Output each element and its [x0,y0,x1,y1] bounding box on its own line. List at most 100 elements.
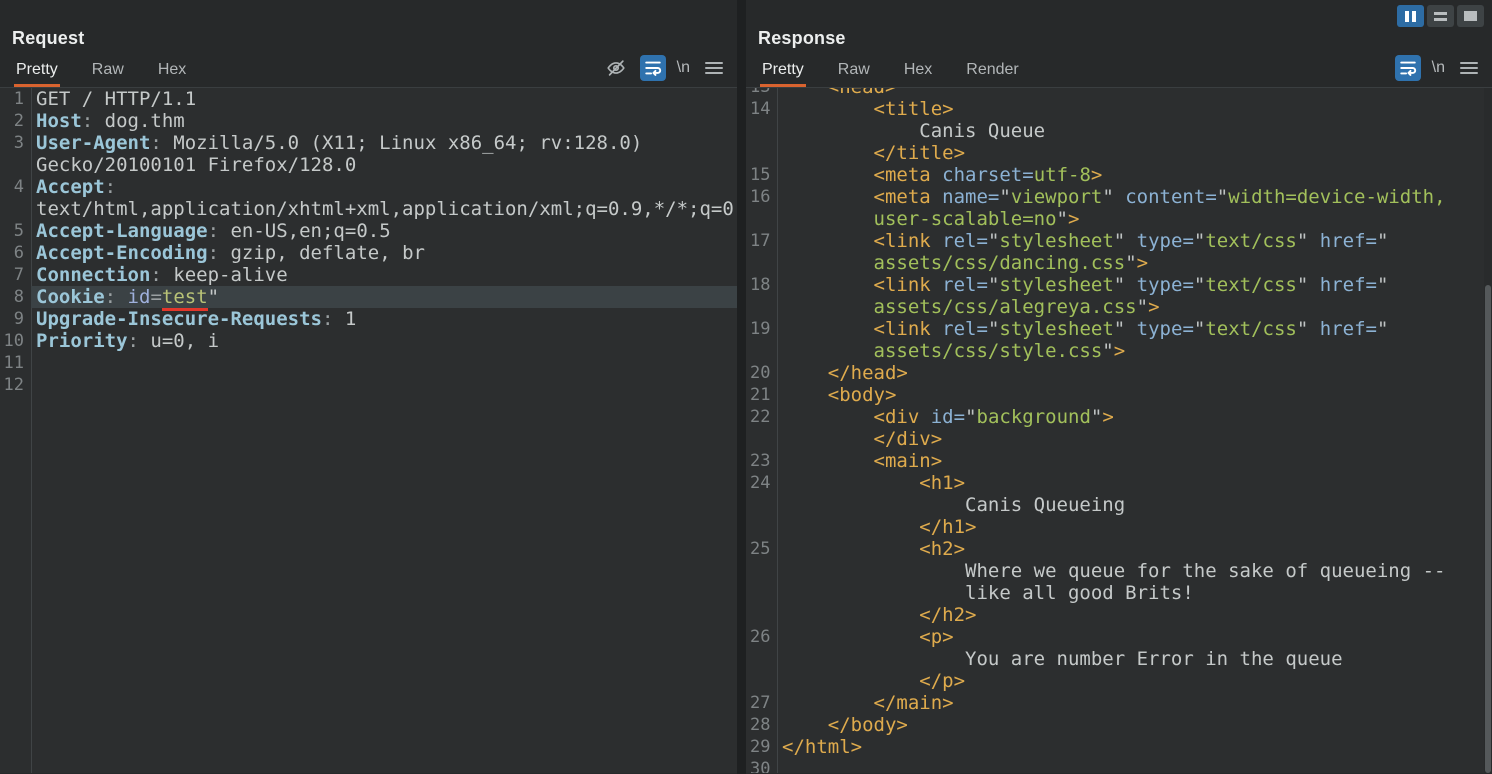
code-text: Priority: u=0, i [31,330,737,352]
code-row: 17 <link rel="stylesheet" type="text/css… [746,230,1492,252]
response-tab-hex[interactable]: Hex [902,53,934,87]
code-text: </title> [777,142,1492,164]
code-row: 11 [0,352,737,374]
menu-icon[interactable] [1456,55,1482,81]
line-number: 19 [746,318,777,340]
code-text: like all good Brits! [777,582,1492,604]
code-text: </div> [777,428,1492,450]
line-number: 10 [0,330,31,352]
line-number [746,208,777,230]
line-number [746,648,777,670]
code-row: You are number Error in the queue [746,648,1492,670]
code-row: 22 <div id="background"> [746,406,1492,428]
response-tab-raw[interactable]: Raw [836,53,872,87]
line-number: 12 [0,374,31,396]
line-number: 4 [0,176,31,198]
response-tabbar: Pretty Raw Hex Render [746,53,1492,87]
response-scrollbar[interactable] [1484,88,1492,773]
code-row: like all good Brits! [746,582,1492,604]
code-row: 3User-Agent: Mozilla/5.0 (X11; Linux x86… [0,132,737,154]
hidden-characters-icon[interactable] [603,55,629,81]
code-text: Accept: [31,176,737,198]
code-row: 21 <body> [746,384,1492,406]
line-number [746,582,777,604]
burp-repeater-view: Request Pretty Raw Hex [0,0,1492,774]
request-tab-hex[interactable]: Hex [156,53,188,87]
code-row: assets/css/style.css"> [746,340,1492,362]
code-text: GET / HTTP/1.1 [31,88,737,110]
word-wrap-icon[interactable] [640,55,666,81]
request-tab-pretty[interactable]: Pretty [14,53,60,87]
line-number: 17 [746,230,777,252]
code-text: Accept-Encoding: gzip, deflate, br [31,242,737,264]
code-text [31,374,737,396]
code-text: <title> [777,98,1492,120]
request-editor[interactable]: 1GET / HTTP/1.12Host: dog.thm3User-Agent… [0,88,737,773]
code-row: 2Host: dog.thm [0,110,737,132]
line-number: 15 [746,164,777,186]
code-row: 27 </main> [746,692,1492,714]
line-number [746,142,777,164]
response-tab-render[interactable]: Render [964,53,1020,87]
line-number [0,154,31,176]
code-text: Upgrade-Insecure-Requests: 1 [31,308,737,330]
code-text: user-scalable=no"> [777,208,1492,230]
code-row: 23 <main> [746,450,1492,472]
code-text: <div id="background"> [777,406,1492,428]
code-text: assets/css/alegreya.css"> [777,296,1492,318]
line-number [746,560,777,582]
line-number [0,198,31,220]
code-row: text/html,application/xhtml+xml,applicat… [0,198,737,220]
newline-icon[interactable]: \n [1432,59,1445,77]
line-number: 28 [746,714,777,736]
code-text: Canis Queue [777,120,1492,142]
line-number: 11 [0,352,31,374]
request-tab-raw[interactable]: Raw [90,53,126,87]
scrollbar-thumb[interactable] [1485,285,1491,773]
code-row: 10Priority: u=0, i [0,330,737,352]
response-code: 13 <head>14 <title> Canis Queue </title>… [746,88,1492,773]
line-number: 9 [0,308,31,330]
code-row: 13 <head> [746,88,1492,98]
line-number: 1 [0,88,31,110]
panel-divider[interactable] [737,0,746,774]
line-number [746,516,777,538]
line-number: 16 [746,186,777,208]
response-panel: Response Pretty Raw Hex Render \n [746,0,1492,774]
line-number: 14 [746,98,777,120]
line-number [746,604,777,626]
code-text: <meta name="viewport" content="width=dev… [777,186,1492,208]
line-number: 27 [746,692,777,714]
response-panel-title: Response [758,28,846,49]
columns-layout-button[interactable] [1397,5,1424,27]
word-wrap-icon[interactable] [1395,55,1421,81]
code-row: </div> [746,428,1492,450]
response-tab-pretty[interactable]: Pretty [760,53,806,87]
newline-icon[interactable]: \n [677,59,690,77]
line-number [746,340,777,362]
code-text: </h1> [777,516,1492,538]
code-row: 15 <meta charset=utf-8> [746,164,1492,186]
code-text: <body> [777,384,1492,406]
code-text: </h2> [777,604,1492,626]
code-text: <p> [777,626,1492,648]
stacked-layout-button[interactable] [1427,5,1454,27]
request-panel-title: Request [12,28,84,49]
request-header: Request Pretty Raw Hex [0,0,737,88]
request-code: 1GET / HTTP/1.12Host: dog.thm3User-Agent… [0,88,737,396]
request-editor-controls: \n [603,55,727,81]
line-number: 25 [746,538,777,560]
code-row: 25 <h2> [746,538,1492,560]
code-text: assets/css/style.css"> [777,340,1492,362]
code-text [31,352,737,374]
single-layout-button[interactable] [1457,5,1484,27]
code-row: 5Accept-Language: en-US,en;q=0.5 [0,220,737,242]
line-number: 5 [0,220,31,242]
menu-icon[interactable] [701,55,727,81]
code-text: <link rel="stylesheet" type="text/css" h… [777,274,1492,296]
line-number: 22 [746,406,777,428]
code-text: <link rel="stylesheet" type="text/css" h… [777,230,1492,252]
response-editor[interactable]: 13 <head>14 <title> Canis Queue </title>… [746,88,1492,773]
code-row: </p> [746,670,1492,692]
code-text: </head> [777,362,1492,384]
